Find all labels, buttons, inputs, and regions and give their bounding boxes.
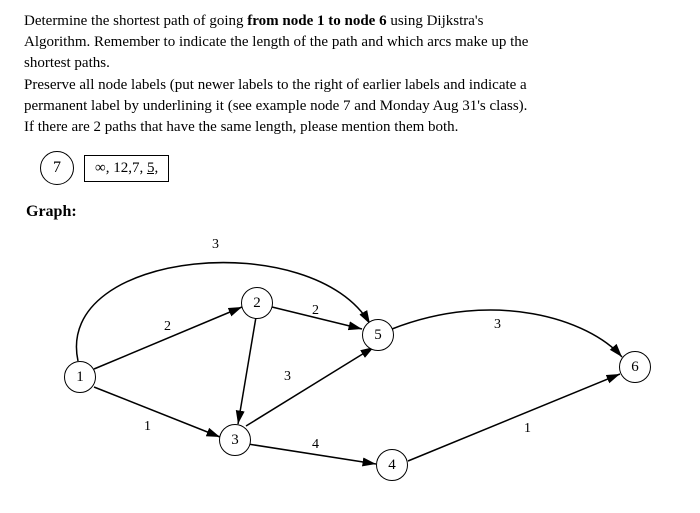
graph-node-6: 6 xyxy=(619,351,651,383)
node-5-label: 5 xyxy=(374,327,382,344)
edge-weight-1-3: 1 xyxy=(144,419,151,435)
graph-node-2: 2 xyxy=(241,287,273,319)
graph-node-1: 1 xyxy=(64,361,96,393)
edge-weight-2-3: 3 xyxy=(284,369,291,385)
graph-node-3: 3 xyxy=(219,424,251,456)
problem-line-1: Determine the shortest path of going fro… xyxy=(24,12,680,31)
problem-line-4: Preserve all node labels (put newer labe… xyxy=(24,76,680,95)
example-node-label: 7 xyxy=(53,159,61,177)
problem-line-3: shortest paths. xyxy=(24,54,680,73)
edge-weight-4-6: 1 xyxy=(524,421,531,437)
edge-weight-1-5: 3 xyxy=(212,237,219,253)
node-6-label: 6 xyxy=(631,359,639,376)
edge-weight-2-5: 2 xyxy=(312,303,319,319)
node-1-label: 1 xyxy=(76,369,84,386)
problem-line-5: permanent label by underlining it (see e… xyxy=(24,97,680,116)
node-4-label: 4 xyxy=(388,457,396,474)
example-node-7: 7 xyxy=(40,151,74,185)
node-3-label: 3 xyxy=(231,432,239,449)
graph-area: 1 2 3 4 5 6 3 2 2 3 3 1 4 1 xyxy=(24,229,664,489)
problem-line-2: Algorithm. Remember to indicate the leng… xyxy=(24,33,680,52)
graph-svg xyxy=(24,229,664,489)
edge-weight-3-4: 4 xyxy=(312,437,319,453)
line1-post: using Dijkstra's xyxy=(387,13,484,29)
node-2-label: 2 xyxy=(253,295,261,312)
example-box-b: 5, xyxy=(147,160,158,176)
line1-pre: Determine the shortest path of going xyxy=(24,13,247,29)
line1-bold: from node 1 to node 6 xyxy=(247,13,386,29)
edge-weight-5-6: 3 xyxy=(494,317,501,333)
edge-weight-1-2: 2 xyxy=(164,319,171,335)
example-box-a: ∞, 12,7, xyxy=(95,160,147,176)
graph-title: Graph: xyxy=(26,203,680,221)
problem-line-6: If there are 2 paths that have the same … xyxy=(24,118,680,137)
example-row: 7 ∞, 12,7, 5, xyxy=(40,151,680,185)
example-label-box: ∞, 12,7, 5, xyxy=(84,155,169,182)
graph-node-4: 4 xyxy=(376,449,408,481)
graph-node-5: 5 xyxy=(362,319,394,351)
